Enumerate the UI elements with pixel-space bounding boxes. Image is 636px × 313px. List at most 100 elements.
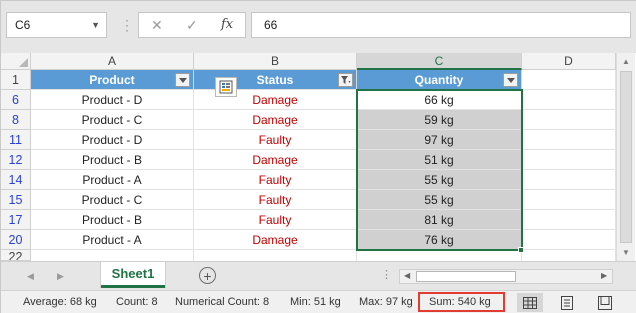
empty-cell[interactable] [522,110,616,130]
column-header-c[interactable]: C [357,53,522,70]
sheet-tab-bar: ◀ ▶ Sheet1 + ⋮ ◀ ▶ [1,261,636,290]
product-cell[interactable]: Product - B [31,210,194,230]
header-product-cell[interactable]: Product [31,70,194,90]
product-cell[interactable]: Product - C [31,110,194,130]
enter-icon[interactable]: ✓ [186,17,198,34]
header-quantity-label: Quantity [414,73,464,87]
chevron-down-icon [178,77,187,83]
page-layout-icon [561,295,573,310]
row-header[interactable]: 11 [1,130,31,150]
horizontal-scrollbar[interactable]: ◀ ▶ [399,269,613,284]
empty-cell[interactable] [522,190,616,210]
insert-function-icon[interactable]: fx [221,17,233,32]
tab-sheet1[interactable]: Sheet1 [101,262,165,288]
empty-cell[interactable] [357,250,522,261]
row-header[interactable]: 1 [1,70,31,90]
quick-analysis-icon [219,80,233,94]
status-cell[interactable]: Damage [194,150,357,170]
funnel-icon [340,75,350,84]
page-layout-button[interactable] [554,293,580,312]
status-cell[interactable]: Faulty [194,130,357,150]
column-header-b[interactable]: B [194,53,357,70]
quick-analysis-button[interactable] [215,77,237,97]
product-cell[interactable]: Product - C [31,190,194,210]
status-bar: Average: 68 kg Count: 8 Numerical Count:… [1,290,636,313]
status-cell[interactable]: Faulty [194,190,357,210]
quantity-cell[interactable]: 76 kg [357,230,522,250]
header-status-label: Status [256,73,294,87]
scroll-down-icon[interactable]: ▼ [622,248,630,257]
empty-cell[interactable] [522,250,616,261]
product-cell[interactable]: Product - D [31,130,194,150]
chevron-down-icon[interactable]: ▼ [91,20,100,30]
formula-input[interactable]: 66 [251,12,631,38]
vertical-scroll-thumb[interactable] [620,71,632,243]
scroll-up-icon[interactable]: ▲ [622,57,630,66]
header-product-label: Product [89,73,135,87]
product-cell[interactable]: Product - B [31,150,194,170]
row-header[interactable]: 20 [1,230,31,250]
empty-cell[interactable] [31,250,194,261]
quantity-cell[interactable]: 59 kg [357,110,522,130]
formula-bar: C6 ▼ ⋮ ✕ ✓ fx 66 [1,1,636,53]
empty-cell[interactable] [522,150,616,170]
status-average: Average: 68 kg [23,296,97,308]
product-cell[interactable]: Product - A [31,230,194,250]
filter-dropdown-button[interactable] [175,73,190,87]
row-header[interactable]: 8 [1,110,31,130]
header-quantity-cell[interactable]: Quantity [357,70,522,90]
column-header-d[interactable]: D [522,53,616,70]
page-break-button[interactable] [592,293,618,312]
grid-view-icon [523,296,537,309]
quantity-cell[interactable]: 81 kg [357,210,522,230]
quantity-cell[interactable]: 97 kg [357,130,522,150]
product-cell[interactable]: Product - D [31,90,194,110]
horizontal-scroll-thumb[interactable] [416,271,516,282]
tab-scroll-right-icon[interactable]: ▶ [57,271,64,282]
quantity-cell[interactable]: 55 kg [357,170,522,190]
funnel-filter-button[interactable] [338,73,353,87]
normal-view-button[interactable] [517,293,543,312]
status-cell[interactable]: Faulty [194,170,357,190]
name-box-value: C6 [15,18,31,32]
tab-scroll-left-icon[interactable]: ◀ [27,271,34,282]
filter-dropdown-button[interactable] [503,73,518,87]
empty-cell[interactable] [522,130,616,150]
scroll-right-icon[interactable]: ▶ [601,271,607,280]
plus-icon: + [203,267,212,284]
sum-highlight-box [418,292,505,312]
quantity-cell[interactable]: 51 kg [357,150,522,170]
status-cell[interactable]: Damage [194,230,357,250]
formula-bar-grip[interactable]: ⋮ [120,16,134,34]
product-cell[interactable]: Product - A [31,170,194,190]
cancel-icon[interactable]: ✕ [151,17,163,34]
tab-splitter-icon[interactable]: ⋮ [381,268,392,281]
row-header[interactable]: 12 [1,150,31,170]
chevron-down-icon [506,77,515,83]
empty-cell[interactable] [522,70,616,90]
row-header[interactable]: 17 [1,210,31,230]
empty-cell[interactable] [522,210,616,230]
row-header[interactable]: 14 [1,170,31,190]
status-cell[interactable]: Damage [194,110,357,130]
quantity-cell[interactable]: 55 kg [357,190,522,210]
column-header-a[interactable]: A [31,53,194,70]
name-box[interactable]: C6 ▼ [6,12,107,38]
select-all-button[interactable] [1,53,31,70]
empty-cell[interactable] [194,250,357,261]
empty-cell[interactable] [522,230,616,250]
empty-cell[interactable] [522,170,616,190]
row-header[interactable]: 22 [1,250,31,261]
row-header[interactable]: 15 [1,190,31,210]
row-header[interactable]: 6 [1,90,31,110]
formula-value: 66 [264,18,278,32]
scroll-left-icon[interactable]: ◀ [404,271,410,280]
excel-window: C6 ▼ ⋮ ✕ ✓ fx 66 A B C D 1 Product Status Q… [0,0,636,313]
fill-handle[interactable] [518,247,524,253]
quantity-cell[interactable]: 66 kg [357,90,522,110]
vertical-scrollbar[interactable]: ▲ ▼ [616,53,635,261]
add-sheet-button[interactable]: + [199,267,216,284]
formula-buttons: ✕ ✓ fx [138,12,246,38]
status-cell[interactable]: Faulty [194,210,357,230]
empty-cell[interactable] [522,90,616,110]
